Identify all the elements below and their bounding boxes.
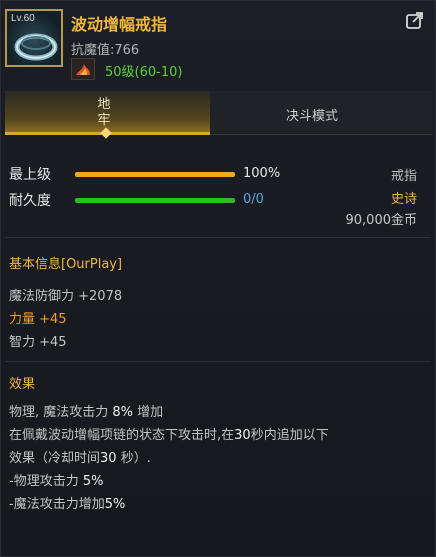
tab-dungeon-label: 地 牢: [97, 97, 111, 128]
effect-number: 30: [100, 451, 117, 466]
effect-line-2: 在佩戴波动增幅项链的状态下攻击时,在30秒内追加以下: [9, 424, 329, 443]
item-price: 90,000金币: [345, 213, 418, 228]
share-icon[interactable]: [406, 11, 424, 29]
effect-text: 效果（冷却时间: [9, 451, 101, 466]
effect-line-4: -物理攻击力 5%: [9, 470, 103, 489]
effect-text: 物理, 魔法攻击力: [9, 405, 113, 420]
resistance-value: 抗魔值:766: [71, 43, 140, 58]
item-type: 戒指: [390, 169, 417, 184]
divider: [5, 237, 431, 238]
item-rarity: 史诗: [390, 192, 417, 207]
effect-number: 5%: [82, 474, 104, 489]
level-requirement: 50级(60-10): [105, 65, 183, 80]
effect-line-1: 物理, 魔法攻击力 8% 增加: [9, 401, 163, 420]
effect-text: 在佩戴波动增幅项链的状态下攻击时,在: [9, 428, 235, 443]
stat-intelligence: 智力 +45: [9, 335, 67, 350]
stat-magic-defense: 魔法防御力 +2078: [9, 289, 123, 304]
basic-info-title: 基本信息[OurPlay]: [9, 257, 123, 272]
effect-text: 增加: [133, 405, 164, 420]
mode-tabs: 地 牢 决斗模式: [1, 91, 435, 139]
effect-line-3: 效果（冷却时间30 秒）.: [9, 447, 151, 466]
active-tab-indicator: [100, 127, 112, 139]
effect-number: 30: [234, 428, 251, 443]
effect-text: -魔法攻击力增加: [9, 497, 105, 512]
effect-title: 效果: [9, 377, 36, 392]
ring-icon: [14, 33, 58, 61]
item-name: 波动增幅戒指: [71, 15, 168, 34]
effect-number: 8%: [112, 405, 134, 420]
stat-strength: 力量 +45: [9, 312, 67, 327]
item-icon: Lv.60: [5, 9, 63, 67]
durability-bar: [75, 198, 235, 203]
divider: [5, 361, 431, 362]
fire-element-icon: [71, 58, 95, 80]
effect-text: 秒）.: [116, 451, 151, 466]
effect-number: 5%: [104, 497, 126, 512]
item-tooltip: Lv.60 波动增幅戒指 抗魔值:766 50级(60-10) 地 牢 决斗模式…: [0, 0, 436, 557]
max-level-label: 最上级: [9, 167, 51, 183]
tab-duel-label: 决斗模式: [286, 109, 339, 124]
effect-line-5: -魔法攻击力增加5%: [9, 493, 125, 512]
effect-text: 秒内追加以下: [250, 428, 329, 443]
durability-label: 耐久度: [9, 193, 51, 209]
durability-value: 0/0: [243, 192, 264, 207]
tab-duel-mode[interactable]: 决斗模式: [210, 91, 432, 135]
tab-dungeon[interactable]: 地 牢: [5, 91, 210, 139]
max-level-bar: [75, 172, 235, 177]
item-level-badge: Lv.60: [11, 13, 35, 24]
max-level-value: 100%: [243, 166, 281, 181]
effect-text: -物理攻击力: [9, 474, 83, 489]
